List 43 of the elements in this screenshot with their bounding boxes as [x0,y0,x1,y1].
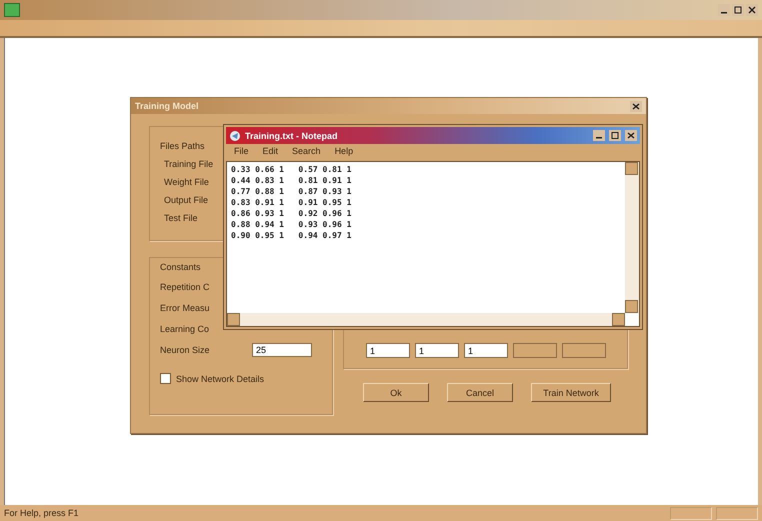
input-field[interactable]: 1 [415,343,459,358]
dialog-title: Training Model [135,101,199,111]
notepad-title: Training.txt - Notepad [245,130,338,140]
text-line: 0.77 0.88 1 0.87 0.93 1 [231,186,352,197]
dialog-button[interactable]: Train Network [531,383,611,402]
field-label: Error Measu [160,303,211,313]
menu-item[interactable]: Help [334,146,354,159]
status-pane [670,506,712,520]
text-line: 0.44 0.83 1 0.81 0.91 1 [231,175,352,186]
input-field[interactable]: 25 [252,343,312,357]
group-title: Files Paths [160,141,205,151]
field-label: Repetition C [160,282,211,292]
group-title: Constants [160,262,202,272]
close-button[interactable] [746,4,758,16]
status-text: For Help, press F1 [4,508,79,518]
checkbox[interactable] [160,373,171,384]
text-line: 0.83 0.91 1 0.91 0.95 1 [231,197,352,208]
close-button[interactable] [630,100,642,112]
dialog-button[interactable]: Ok [363,383,429,402]
text-line: 0.86 0.93 1 0.92 0.96 1 [231,208,352,219]
field-label: Test File [163,213,198,223]
input-field[interactable]: 1 [366,343,410,358]
maximize-button[interactable] [732,4,744,16]
dialog-button[interactable]: Cancel [447,383,513,402]
field-label: Output File [163,195,208,205]
maximize-button[interactable] [609,130,621,141]
text-line: 0.90 0.95 1 0.94 0.97 1 [231,230,352,241]
text-line: 0.33 0.66 1 0.57 0.81 1 [231,164,352,175]
status-pane [716,506,758,520]
menu-item[interactable]: Search [292,146,321,159]
menu-item[interactable]: Edit [262,146,278,159]
text-area[interactable]: 0.33 0.66 1 0.57 0.81 1 0.44 0.83 1 0.81 0.91 1 0.77 0.88 1 0.87 0.93 1 0.83 0.91 1 0.91 0.95 1 0.86 0.93 1 0.92 0.96 1 0.88 0.94 1 0.93 0.96 1 0.90 0.95 1 0.94 0.97 1 [226,161,640,327]
field-label: Training File [163,159,214,169]
close-button[interactable] [625,130,637,141]
input-field[interactable]: 1 [464,343,508,358]
field-label: Learning Co [160,324,210,334]
notepad-icon [229,130,241,142]
checkbox-label: Show Network Details [176,374,264,384]
text-line: 0.88 0.94 1 0.93 0.96 1 [231,219,352,230]
field-label: Neuron Size [160,345,211,355]
field-label: Weight File [163,177,209,187]
app-icon [4,3,20,17]
menu-item[interactable]: File [234,146,249,159]
